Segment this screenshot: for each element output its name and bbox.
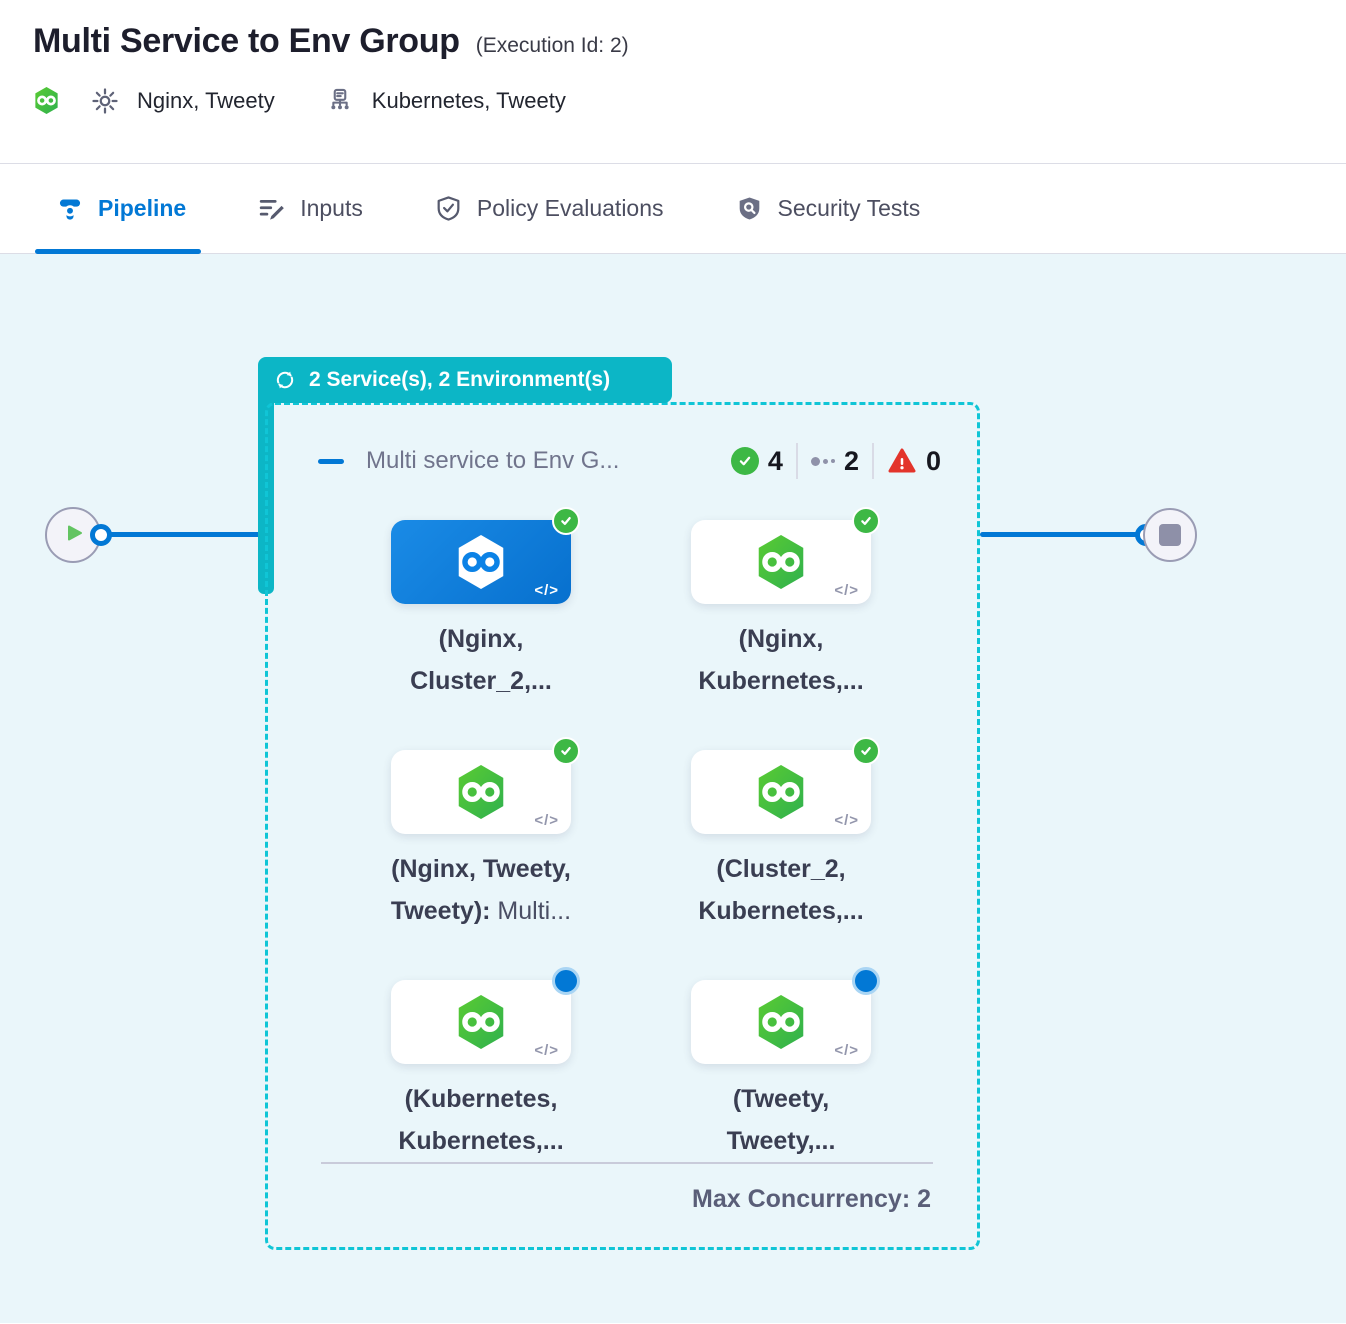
pipeline-node: </> (Nginx, Kubernetes,... bbox=[631, 520, 931, 702]
status-counts: 4 2 0 bbox=[731, 443, 941, 479]
pipeline-node: </> (Nginx, Tweety, Tweety): Multi... bbox=[331, 750, 631, 932]
services-list: Nginx, Tweety bbox=[137, 88, 275, 114]
environments-list: Kubernetes, Tweety bbox=[372, 88, 566, 114]
node-label: (Cluster_2, Kubernetes,... bbox=[631, 848, 931, 932]
matrix-label[interactable]: 2 Service(s), 2 Environment(s) bbox=[258, 357, 672, 403]
running-badge-icon bbox=[552, 967, 580, 995]
node-label: (Nginx, Tweety, Tweety): Multi... bbox=[331, 848, 631, 932]
harness-step-icon bbox=[454, 992, 508, 1052]
running-badge-icon bbox=[852, 967, 880, 995]
environments-icon bbox=[325, 86, 355, 116]
tab-pipeline[interactable]: Pipeline bbox=[35, 164, 201, 253]
execution-header: Multi Service to Env Group (Execution Id… bbox=[0, 0, 1346, 163]
tab-policy-evaluations[interactable]: Policy Evaluations bbox=[414, 164, 679, 253]
code-icon: </> bbox=[834, 812, 859, 829]
node-label: (Kubernetes, Kubernetes,... bbox=[331, 1078, 631, 1162]
tab-security-tests-label: Security Tests bbox=[778, 195, 921, 222]
pipeline-node: </> (Cluster_2, Kubernetes,... bbox=[631, 750, 931, 932]
tab-pipeline-label: Pipeline bbox=[98, 195, 186, 222]
harness-step-icon bbox=[754, 992, 808, 1052]
success-check-icon bbox=[731, 447, 759, 475]
inputs-icon bbox=[257, 194, 287, 224]
max-concurrency-divider bbox=[321, 1162, 933, 1164]
node-card[interactable]: </> bbox=[391, 520, 571, 604]
pipeline-end-node[interactable] bbox=[1143, 508, 1197, 562]
harness-step-icon bbox=[454, 532, 508, 592]
success-badge-icon bbox=[852, 737, 880, 765]
stage-name[interactable]: Multi service to Env G... bbox=[366, 447, 619, 475]
count-divider bbox=[796, 443, 798, 479]
harness-step-icon bbox=[754, 532, 808, 592]
count-divider bbox=[872, 443, 874, 479]
tab-inputs-label: Inputs bbox=[300, 195, 363, 222]
execution-id: (Execution Id: 2) bbox=[476, 34, 629, 58]
tab-policy-evaluations-label: Policy Evaluations bbox=[477, 195, 664, 222]
collapse-stage-icon[interactable] bbox=[318, 459, 344, 464]
execution-meta: Nginx, Tweety Kubernetes, Tweety bbox=[33, 85, 1326, 116]
matrix-stage-group: Multi service to Env G... 4 2 bbox=[265, 402, 980, 1250]
running-dots-icon bbox=[811, 457, 835, 466]
page-title: Multi Service to Env Group bbox=[33, 22, 460, 61]
pipeline-canvas[interactable]: 2 Service(s), 2 Environment(s) Multi ser… bbox=[0, 254, 1346, 1323]
node-card[interactable]: </> bbox=[691, 520, 871, 604]
play-icon bbox=[60, 520, 86, 551]
node-card[interactable]: </> bbox=[691, 750, 871, 834]
success-badge-icon bbox=[552, 507, 580, 535]
node-card[interactable]: </> bbox=[391, 750, 571, 834]
tab-security-tests[interactable]: Security Tests bbox=[715, 164, 936, 253]
code-icon: </> bbox=[534, 1042, 559, 1059]
node-label: (Tweety, Tweety,... bbox=[631, 1078, 931, 1162]
success-count-value: 4 bbox=[768, 446, 783, 477]
code-icon: </> bbox=[534, 582, 559, 599]
node-label: (Nginx, Cluster_2,... bbox=[331, 618, 631, 702]
success-badge-icon bbox=[852, 507, 880, 535]
node-label: (Nginx, Kubernetes,... bbox=[631, 618, 931, 702]
code-icon: </> bbox=[834, 1042, 859, 1059]
pipeline-node: </> (Tweety, Tweety,... bbox=[631, 980, 931, 1162]
running-count-value: 2 bbox=[844, 446, 859, 477]
stage-header: Multi service to Env G... 4 2 bbox=[318, 443, 941, 479]
security-tests-icon bbox=[735, 194, 765, 224]
pipeline-node: </> (Nginx, Cluster_2,... bbox=[331, 520, 631, 702]
stop-icon bbox=[1159, 524, 1181, 546]
failed-count: 0 bbox=[887, 446, 941, 477]
pipeline-node: </> (Kubernetes, Kubernetes,... bbox=[331, 980, 631, 1162]
execution-tabs: Pipeline Inputs Policy Evaluations bbox=[0, 163, 1346, 254]
success-badge-icon bbox=[552, 737, 580, 765]
success-count: 4 bbox=[731, 446, 783, 477]
loop-icon bbox=[273, 368, 297, 392]
node-card[interactable]: </> bbox=[391, 980, 571, 1064]
node-card[interactable]: </> bbox=[691, 980, 871, 1064]
policy-evaluations-icon bbox=[434, 194, 464, 224]
harness-step-icon bbox=[454, 762, 508, 822]
connector-line-left bbox=[101, 532, 265, 537]
code-icon: </> bbox=[834, 582, 859, 599]
pipeline-icon bbox=[55, 194, 85, 224]
warning-icon bbox=[887, 446, 917, 476]
code-icon: </> bbox=[534, 812, 559, 829]
connector-dot-left bbox=[90, 524, 112, 546]
title-row: Multi Service to Env Group (Execution Id… bbox=[33, 22, 1326, 61]
running-count: 2 bbox=[811, 446, 859, 477]
tab-inputs[interactable]: Inputs bbox=[237, 164, 378, 253]
harness-logo-icon bbox=[33, 85, 60, 116]
harness-step-icon bbox=[754, 762, 808, 822]
connector-line-right bbox=[980, 532, 1146, 537]
max-concurrency-label: Max Concurrency: 2 bbox=[692, 1185, 931, 1214]
failed-count-value: 0 bbox=[926, 446, 941, 477]
services-gear-icon bbox=[90, 86, 120, 116]
matrix-label-text: 2 Service(s), 2 Environment(s) bbox=[309, 368, 610, 392]
